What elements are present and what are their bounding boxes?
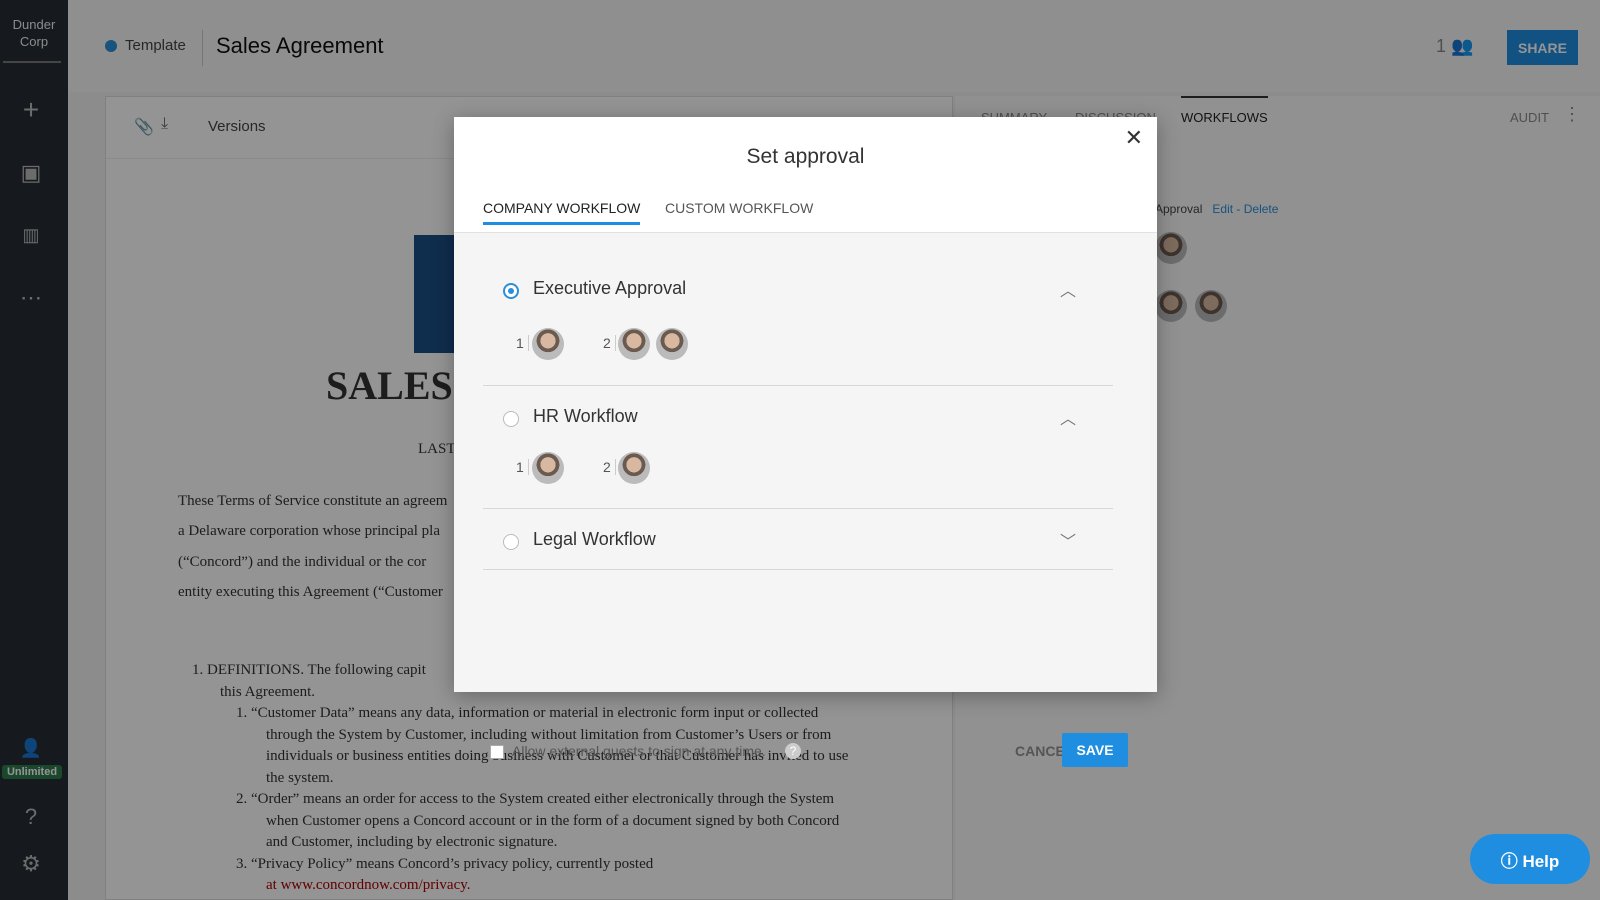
chevron-up-icon[interactable]: ︿ — [1060, 405, 1076, 429]
workflow-hr[interactable]: HR Workflow ︿ 1 2 — [483, 386, 1113, 509]
set-approval-dialog: Set approval ✕ COMPANY WORKFLOW CUSTOM W… — [454, 117, 1157, 767]
avatar — [618, 328, 650, 360]
step-number: 2 — [603, 459, 616, 475]
workflow-legal[interactable]: Legal Workflow ﹀ — [483, 509, 1113, 570]
save-button[interactable]: SAVE — [1062, 733, 1128, 767]
radio-unselected[interactable] — [503, 534, 519, 550]
chevron-down-icon[interactable]: ﹀ — [1060, 528, 1076, 552]
help-circle-icon: ⓘ — [1500, 851, 1518, 871]
avatar — [532, 328, 564, 360]
radio-unselected[interactable] — [503, 411, 519, 427]
tab-custom-workflow[interactable]: CUSTOM WORKFLOW — [665, 200, 813, 216]
step-number: 1 — [516, 459, 529, 475]
help-label: Help — [1522, 851, 1560, 871]
help-button[interactable]: ⓘ Help — [1470, 834, 1590, 884]
avatar — [532, 452, 564, 484]
step-number: 1 — [516, 335, 529, 351]
workflow-name: Legal Workflow — [533, 529, 656, 549]
step-number: 2 — [603, 335, 616, 351]
chevron-up-icon[interactable]: ︿ — [1060, 277, 1076, 301]
radio-selected[interactable] — [503, 283, 519, 299]
workflow-name: HR Workflow — [533, 406, 638, 426]
avatar — [618, 452, 650, 484]
tab-company-workflow[interactable]: COMPANY WORKFLOW — [483, 200, 641, 225]
workflow-name: Executive Approval — [533, 278, 687, 298]
guests-checkbox[interactable] — [490, 745, 504, 759]
close-icon[interactable]: ✕ — [1125, 125, 1143, 151]
workflow-list: Executive Approval ︿ 1 2 HR Workflow ︿ 1… — [454, 232, 1157, 767]
guests-label: Allow external guests to sign at any tim… — [512, 743, 766, 759]
help-icon[interactable]: ? — [785, 743, 801, 759]
dialog-title: Set approval — [746, 145, 865, 168]
workflow-executive-approval[interactable]: Executive Approval ︿ 1 2 — [483, 233, 1113, 386]
avatar — [656, 328, 688, 360]
